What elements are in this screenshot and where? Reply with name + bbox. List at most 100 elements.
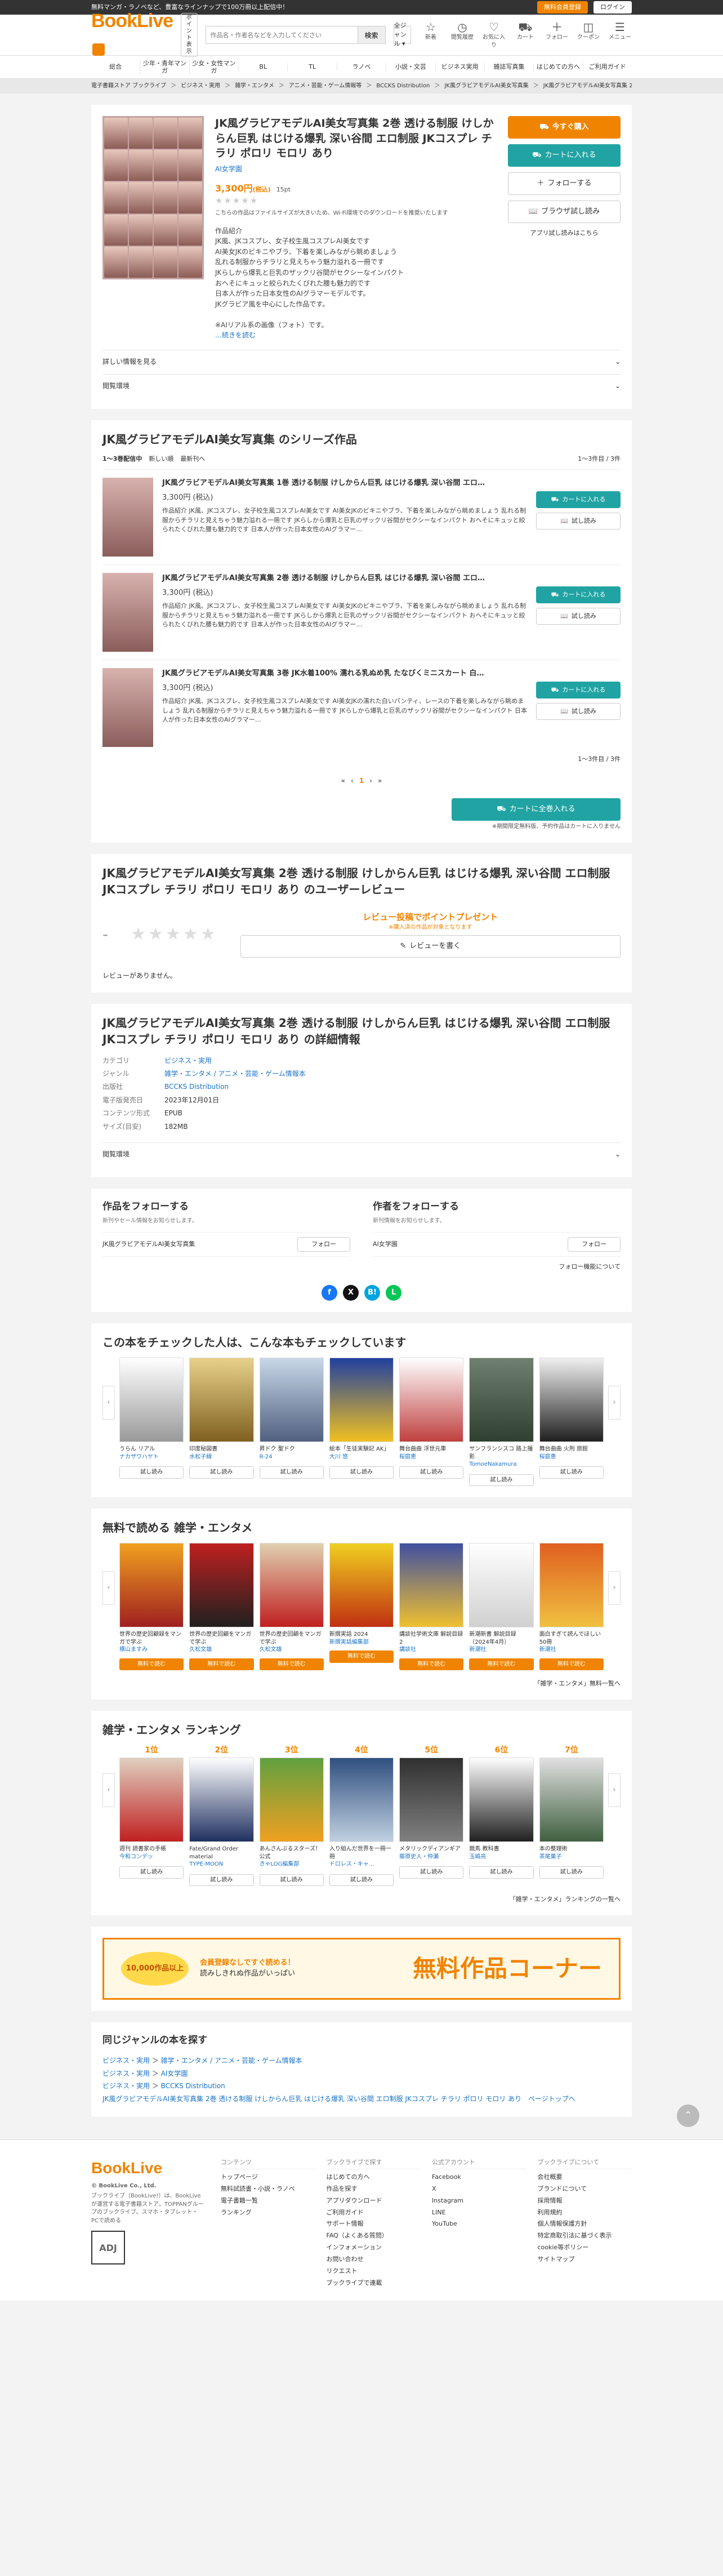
read-free-button[interactable]: 無料で読む: [399, 1658, 464, 1671]
header-new[interactable]: ☆ 新着: [419, 20, 443, 50]
point-toggle[interactable]: ポイント表示: [181, 13, 198, 57]
trial-button[interactable]: 試し読み: [399, 1466, 464, 1479]
book-card[interactable]: 印度秘図書 水松子線 試し読み: [189, 1358, 254, 1486]
trial-button[interactable]: 試し読み: [469, 1866, 534, 1879]
breadcrumb-item[interactable]: ビジネス・実用: [181, 82, 220, 91]
trial-button[interactable]: 試し読み: [329, 1874, 394, 1887]
book-cover[interactable]: [259, 1758, 324, 1843]
book-cover[interactable]: [399, 1543, 464, 1628]
book-cover[interactable]: [469, 1758, 534, 1843]
book-card[interactable]: 舞台曲曲 浮世元車 桜庭恵 試し読み: [399, 1358, 464, 1486]
book-author[interactable]: ナカザワハヤト: [119, 1453, 184, 1461]
page-link[interactable]: ›: [369, 776, 372, 786]
footer-link[interactable]: LINE: [432, 2207, 526, 2219]
book-author[interactable]: 新潮社: [469, 1646, 533, 1654]
breadcrumb-item[interactable]: 電子書籍ストア ブックライブ: [91, 82, 166, 91]
book-card[interactable]: 世界の歴史回顧をマンガで学ぶ 久松文雄 無料で読む: [189, 1543, 254, 1671]
follow-button[interactable]: ＋フォローする: [508, 172, 621, 195]
follow-work-button[interactable]: フォロー: [297, 1237, 350, 1252]
category-tab[interactable]: 総合: [91, 63, 140, 70]
trial-button[interactable]: 試し読み: [259, 1874, 324, 1887]
book-card[interactable]: 世界の歴史回顧をマンガで学ぶ 久松文雄 無料で読む: [259, 1543, 324, 1671]
category-tab[interactable]: TL: [287, 63, 336, 71]
genre-link[interactable]: 雑学・エンタメ / アニメ・芸能・ゲーム情報本: [161, 2057, 302, 2065]
book-cover[interactable]: [259, 1543, 324, 1628]
series-thumb[interactable]: [102, 668, 153, 748]
book-cover[interactable]: [469, 1358, 534, 1443]
site-logo[interactable]: BookLive: [91, 7, 173, 63]
book-cover[interactable]: [539, 1543, 604, 1628]
book-card[interactable]: 7位 本の整理術 茶尾菓子 試し読み: [539, 1745, 604, 1886]
book-cover[interactable]: [329, 1758, 394, 1843]
back-to-top-icon[interactable]: ⌃: [677, 2105, 699, 2127]
header-favorite[interactable]: ♡ お気に入り: [482, 20, 506, 50]
book-author[interactable]: 久松文雄: [260, 1646, 324, 1654]
book-title[interactable]: 昇ドク 聖ドク: [260, 1445, 324, 1453]
book-title[interactable]: 舞台曲曲 浮世元車: [399, 1445, 463, 1453]
footer-link[interactable]: アプリダウンロード: [327, 2195, 421, 2207]
book-cover[interactable]: [399, 1758, 464, 1843]
follow-author-button[interactable]: フォロー: [568, 1237, 621, 1252]
page-link[interactable]: 1: [359, 776, 364, 786]
book-author[interactable]: 藤原史人・仲瀬: [399, 1853, 463, 1861]
info-value[interactable]: ビジネス・実用: [164, 1055, 313, 1067]
book-author[interactable]: 新潮社: [539, 1646, 604, 1654]
book-title[interactable]: うらん リアル: [119, 1445, 184, 1453]
author-link[interactable]: AI女学園: [215, 164, 497, 174]
book-cover[interactable]: [189, 1358, 254, 1443]
category-tab[interactable]: 雑誌写真集: [484, 63, 533, 71]
env-accordion-2[interactable]: 閲覧環境 ⌄: [102, 1142, 621, 1166]
env-accordion[interactable]: 閲覧環境 ⌄: [102, 373, 621, 398]
trial-button[interactable]: 試し読み: [399, 1866, 464, 1879]
search-input[interactable]: [205, 26, 358, 44]
hatena-icon[interactable]: B!: [364, 1285, 380, 1301]
book-card[interactable]: サンフランシスコ 路上撮影 TomoeNakamura 試し読み: [469, 1358, 534, 1487]
free-corner-banner[interactable]: 10,000作品以上 会員登録なしですぐ読める！ 読みしきれぬ作品がいっぱい 無料…: [91, 1927, 632, 2012]
footer-link[interactable]: サイトマップ: [538, 2254, 632, 2266]
book-cover[interactable]: [399, 1358, 464, 1443]
category-tab[interactable]: ご利用ガイド: [582, 63, 632, 71]
footer-link[interactable]: Facebook: [432, 2172, 526, 2183]
book-title[interactable]: サンフランシスコ 路上撮影: [469, 1445, 533, 1461]
trial-button[interactable]: 試し読み: [259, 1466, 324, 1479]
app-trial-link[interactable]: アプリ試し読みはこちら: [508, 229, 621, 238]
category-tab[interactable]: BL: [238, 63, 287, 71]
book-author[interactable]: 新撰実話編集部: [329, 1639, 394, 1647]
genre-link[interactable]: BCCKS Distribution: [161, 2082, 225, 2090]
book-title[interactable]: 世界の歴史回顧をマンガで学ぶ: [189, 1631, 253, 1646]
free-more-link[interactable]: 「雑学・エンタメ」無料一覧へ: [102, 1679, 621, 1688]
category-tab[interactable]: 小説・文芸: [386, 63, 435, 71]
footer-link[interactable]: 作品を探す: [327, 2183, 421, 2195]
category-tab[interactable]: ビジネス実用: [435, 63, 484, 71]
trial-button[interactable]: 試し読み: [189, 1466, 254, 1479]
book-title[interactable]: 本の整理術: [539, 1845, 604, 1853]
genre-select[interactable]: 全ジャンル ▾: [393, 22, 411, 47]
header-cart[interactable]: ⛟ カート: [514, 20, 537, 50]
series-item-title[interactable]: JK風グラビアモデルAI美女写真集 1巻 透ける制服 けしからん巨乳 はじける爆…: [162, 478, 527, 489]
book-cover[interactable]: [259, 1358, 324, 1443]
follow-about-link[interactable]: フォロー機能について: [373, 1262, 621, 1271]
chevron-right-icon[interactable]: ›: [608, 1773, 621, 1808]
book-card[interactable]: 舞台曲曲 火刑 旅館 桜庭恵 試し読み: [539, 1358, 604, 1486]
write-review-button[interactable]: ✎ レビューを書く: [240, 935, 621, 958]
book-author[interactable]: R-24: [260, 1453, 324, 1461]
book-author[interactable]: 久松文雄: [189, 1646, 253, 1654]
series-thumb[interactable]: [102, 573, 153, 652]
footer-link[interactable]: 採用情報: [538, 2195, 632, 2207]
ranking-more-link[interactable]: 「雑学・エンタメ」ランキングの一覧へ: [102, 1895, 621, 1904]
book-cover[interactable]: [539, 1758, 604, 1843]
footer-link[interactable]: X: [432, 2183, 526, 2195]
category-tab[interactable]: 少女・女性マンガ: [189, 59, 238, 75]
series-cart-button[interactable]: ⛟ カートに入れる: [536, 682, 621, 699]
trial-button[interactable]: 試し読み: [189, 1874, 254, 1887]
book-author[interactable]: きゃLOG編集部: [260, 1861, 324, 1868]
trial-button[interactable]: 試し読み: [539, 1466, 604, 1479]
book-author[interactable]: TomoeNakamura: [469, 1461, 533, 1469]
category-tab[interactable]: はじめての方へ: [533, 63, 582, 71]
footer-link[interactable]: ランキング: [221, 2207, 315, 2219]
footer-link[interactable]: サポート情報: [327, 2218, 421, 2230]
info-value[interactable]: 雑学・エンタメ / アニメ・芸能・ゲーム情報本: [164, 1067, 313, 1080]
page-link[interactable]: »: [378, 776, 382, 786]
book-card[interactable]: 新撰実話 2024 新撰実話編集部 無料で読む: [329, 1543, 394, 1670]
book-card[interactable]: うらん リアル ナカザワハヤト 試し読み: [119, 1358, 184, 1486]
